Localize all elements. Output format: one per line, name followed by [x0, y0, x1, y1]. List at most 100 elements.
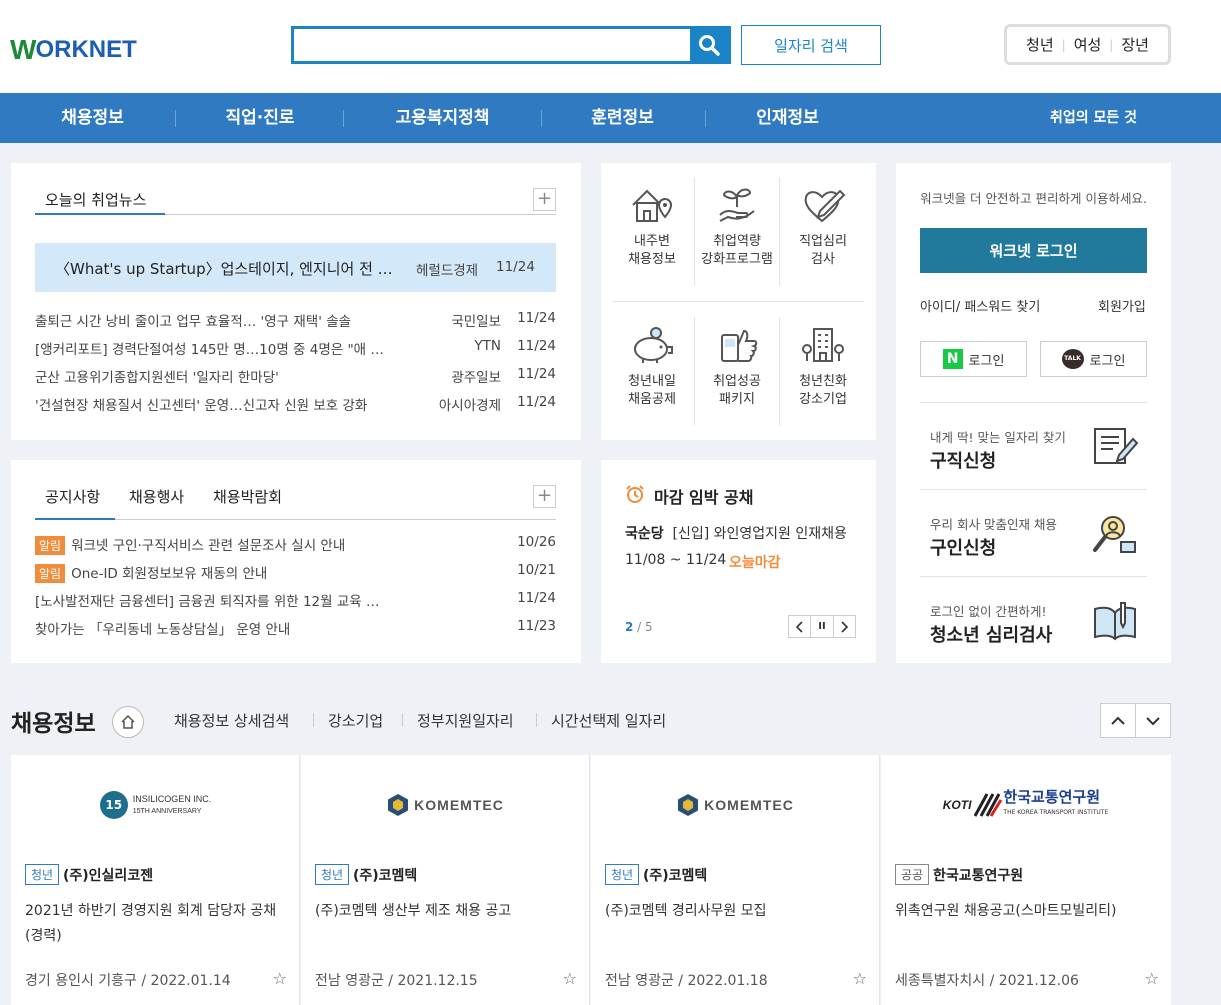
- company-logo-komemtec: KOMEMTEC: [591, 785, 880, 825]
- nav-item-career[interactable]: 직업·진로: [205, 93, 315, 143]
- recruiter-apply-link[interactable]: 우리 회사 맞춤인재 채용 구인신청: [920, 489, 1147, 576]
- nav-divider: [175, 110, 176, 127]
- job-card[interactable]: KOMEMTEC 청년 (주)코멤텍 (주)코멤텍 경리사무원 모집 전남 영광…: [591, 755, 880, 1005]
- logo-text: INSILICOGEN INC.: [132, 793, 212, 804]
- chevron-right-icon: [841, 620, 849, 633]
- target-senior[interactable]: 장년: [1121, 34, 1149, 55]
- notice-row[interactable]: 알림 워크넷 구인·구직서비스 관련 설문조사 실시 안내 10/26: [35, 534, 556, 562]
- kakao-login-label: 로그인: [1089, 353, 1126, 369]
- naver-login-label: 로그인: [968, 353, 1005, 369]
- prev-button[interactable]: [789, 616, 812, 637]
- nav-item-welfare[interactable]: 고용복지정책: [375, 93, 510, 143]
- star-icon[interactable]: ☆: [1145, 969, 1159, 988]
- notice-title: 찾아가는 「우리동네 노동상담실」 운영 안내: [35, 622, 291, 638]
- notice-date: 10/26: [517, 534, 556, 550]
- search-input[interactable]: [294, 29, 692, 61]
- pause-button[interactable]: II: [811, 616, 834, 637]
- worknet-login-button[interactable]: 워크넷 로그인: [920, 228, 1147, 273]
- news-row[interactable]: 군산 고용위기종합지원센터 '일자리 한마당' 광주일보 11/24: [35, 366, 556, 394]
- job-card[interactable]: KOMEMTEC 청년 (주)코멤텍 (주)코멤텍 생산부 제조 채용 공고 전…: [301, 755, 590, 1005]
- service-nearby-jobs[interactable]: 내주변 채용정보: [610, 185, 694, 269]
- jobs-home-button[interactable]: [112, 706, 144, 738]
- news-source: YTN: [474, 338, 501, 354]
- target-youth[interactable]: 청년: [1026, 34, 1054, 55]
- komemtec-hex-icon: [388, 794, 409, 816]
- news-highlight[interactable]: 〈What's up Startup〉업스테이지, 엔지니어 전 직… 헤럴드경…: [35, 243, 556, 292]
- divider: |: [1109, 37, 1114, 52]
- nav-item-talent[interactable]: 인재정보: [735, 93, 840, 143]
- logo-subtext: 15TH ANNIVERSARY: [132, 807, 202, 815]
- tab-today-news[interactable]: 오늘의 취업뉴스: [45, 189, 146, 210]
- book-pencil-icon: [1094, 602, 1136, 641]
- target-women[interactable]: 여성: [1074, 34, 1102, 55]
- logo-mark: KOTI: [942, 798, 972, 812]
- job-link-part-time[interactable]: 시간선택제 일자리: [551, 710, 666, 731]
- news-row[interactable]: 출퇴근 시간 낭비 줄이고 업무 효율적… '영구 재택' 솔솔 국민일보 11/2…: [35, 310, 556, 338]
- search-button[interactable]: [690, 29, 728, 61]
- site-header: W ORKNET 일자리 검색 청년 | 여성 | 장년: [0, 0, 1221, 93]
- kakao-login-button[interactable]: TALK 로그인: [1040, 341, 1147, 377]
- news-date: 11/24: [517, 310, 556, 326]
- notice-title: 워크넷 구인·구직서비스 관련 설문조사 실시 안내: [71, 538, 346, 554]
- news-title: '건설현장 채용질서 신고센터' 운영…신고자 신원 보호 강화: [35, 398, 368, 414]
- job-tag: 공공: [895, 864, 930, 885]
- logo-text: ORKNET: [35, 36, 137, 63]
- tab-baseline: [165, 214, 556, 215]
- job-link-detail-search[interactable]: 채용정보 상세검색: [174, 710, 289, 731]
- job-link-small-giants[interactable]: 강소기업: [328, 710, 383, 731]
- join-link[interactable]: 회원가입: [1098, 296, 1146, 315]
- naver-login-button[interactable]: N 로그인: [920, 341, 1027, 377]
- nav-item-jobs[interactable]: 채용정보: [40, 93, 145, 143]
- service-success-package[interactable]: 취업성공 패키지: [695, 325, 779, 409]
- jobs-prev-button[interactable]: [1100, 703, 1136, 738]
- service-youth-saving[interactable]: 청년내일 채움공제: [610, 325, 694, 409]
- star-icon[interactable]: ☆: [273, 969, 287, 988]
- nav-all-menu[interactable]: 취업의 모든 것: [1050, 93, 1137, 143]
- notice-row[interactable]: 알림 One-ID 회원정보보유 재동의 안내 10/21: [35, 562, 556, 590]
- jobs-next-button[interactable]: [1135, 703, 1171, 738]
- service-label: 내주변: [634, 234, 670, 249]
- building-icon: [802, 328, 844, 362]
- service-label: 패키지: [719, 392, 755, 407]
- worknet-logo[interactable]: W ORKNET: [10, 30, 170, 70]
- chevron-up-icon: [1111, 716, 1125, 725]
- job-seeker-apply-link[interactable]: 내게 딱! 맞는 일자리 찾기 구직신청: [920, 402, 1147, 489]
- tab-notice[interactable]: 공지사항: [45, 486, 100, 507]
- notice-row[interactable]: 찾아가는 「우리동네 노동상담실」 운영 안내 11/23: [35, 618, 556, 646]
- star-icon[interactable]: ☆: [853, 969, 867, 988]
- search-box: [291, 26, 731, 64]
- service-youth-friendly-company[interactable]: 청년친화 강소기업: [781, 325, 865, 409]
- service-capacity-program[interactable]: 취업역량 강화프로그램: [695, 185, 779, 269]
- deadline-controls: II: [788, 615, 856, 638]
- koti-stripes-icon: [974, 793, 1003, 817]
- divider: [779, 177, 780, 285]
- logo-mark: 15: [99, 791, 128, 819]
- news-row[interactable]: '건설현장 채용질서 신고센터' 운영…신고자 신원 보호 강화 아시아경제 11/…: [35, 394, 556, 422]
- job-card[interactable]: 15 INSILICOGEN INC. 15TH ANNIVERSARY 청년 (…: [11, 755, 300, 1005]
- star-icon[interactable]: ☆: [563, 969, 577, 988]
- notice-more-button[interactable]: +: [533, 485, 556, 508]
- notice-date: 11/24: [517, 590, 556, 606]
- next-button[interactable]: [834, 616, 855, 637]
- service-label: 취업역량: [713, 234, 761, 249]
- target-group-selector: 청년 | 여성 | 장년: [1004, 24, 1171, 65]
- job-card[interactable]: KOTI 한국교통연구원 THE KOREA TRANSPORT INSTITUT…: [881, 755, 1171, 1005]
- logo-text: 한국교통연구원: [1003, 788, 1101, 806]
- service-psych-test[interactable]: 직업심리 검사: [781, 185, 865, 269]
- nav-item-training[interactable]: 훈련정보: [570, 93, 675, 143]
- news-highlight-title: 〈What's up Startup〉업스테이지, 엔지니어 전 직…: [55, 260, 405, 278]
- youth-psych-test-link[interactable]: 로그인 없이 간편하게! 청소년 심리검사: [920, 576, 1147, 663]
- tab-job-fair[interactable]: 채용박람회: [213, 486, 282, 507]
- chevron-down-icon: [1146, 716, 1160, 725]
- tab-events[interactable]: 채용행사: [129, 486, 184, 507]
- nav-divider: [541, 110, 542, 127]
- page-separator: /: [633, 620, 646, 634]
- find-id-password-link[interactable]: 아이디/ 패스워드 찾기: [920, 296, 1040, 315]
- news-more-button[interactable]: +: [533, 188, 556, 211]
- news-row[interactable]: [앵커리포트] 경력단절여성 145만 명…10명 중 4명은 "애 … YTN 1…: [35, 338, 556, 366]
- notice-row[interactable]: [노사발전재단 금융센터] 금융권 퇴직자를 위한 12월 교육 … 11/24: [35, 590, 556, 618]
- job-tag: 청년: [315, 864, 350, 885]
- job-link-gov-support[interactable]: 정부지원일자리: [417, 710, 514, 731]
- deadline-job[interactable]: 국순당 [신입] 와인영업지원 인재채용: [625, 523, 847, 543]
- job-search-button[interactable]: 일자리 검색: [741, 25, 881, 65]
